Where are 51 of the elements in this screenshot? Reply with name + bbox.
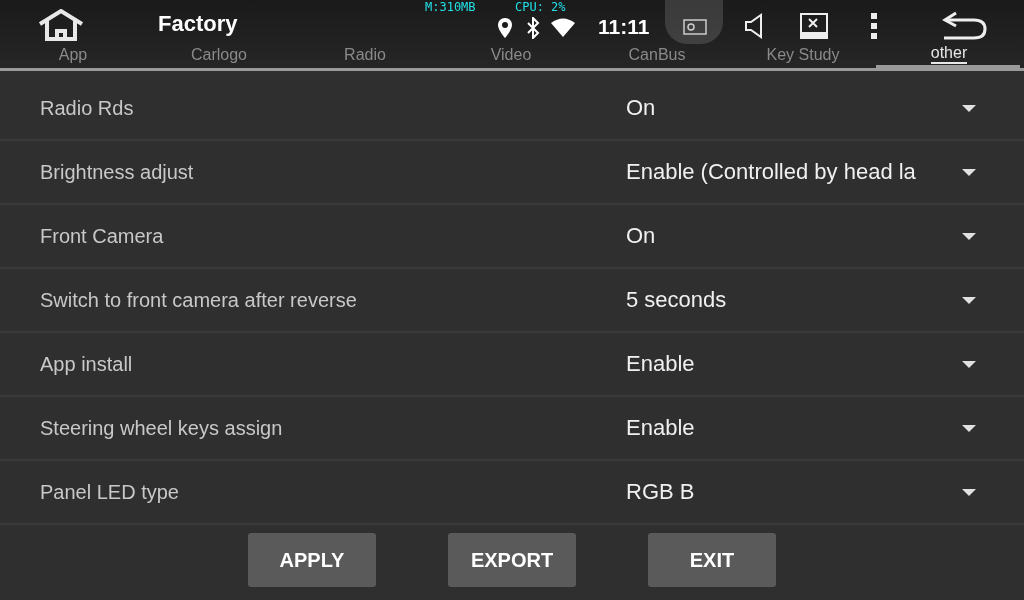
setting-value: RGB B bbox=[626, 479, 696, 505]
speaker-icon[interactable] bbox=[744, 13, 764, 39]
setting-row[interactable]: Radio Rds On bbox=[0, 77, 1024, 141]
dropdown-caret-icon[interactable] bbox=[962, 360, 976, 368]
setting-label: Brightness adjust bbox=[40, 160, 195, 184]
setting-row[interactable]: Switch to front camera after reverse 5 seconds bbox=[0, 269, 1024, 333]
setting-value: On bbox=[626, 223, 657, 249]
memory-usage: M:310MB bbox=[425, 0, 476, 14]
setting-label: App install bbox=[40, 352, 134, 376]
screen-icon[interactable] bbox=[800, 13, 828, 39]
card-icon[interactable] bbox=[683, 19, 707, 35]
action-button[interactable]: APPLY bbox=[248, 533, 376, 587]
tab[interactable]: CanBus bbox=[628, 46, 686, 64]
action-button[interactable]: EXIT bbox=[648, 533, 776, 587]
bluetooth-icon bbox=[525, 17, 541, 39]
setting-row[interactable]: Brightness adjust Enable (Controlled by head la bbox=[0, 141, 1024, 205]
setting-value: Enable bbox=[626, 351, 696, 377]
setting-value: Enable bbox=[626, 415, 696, 441]
tab[interactable]: Video bbox=[490, 46, 532, 64]
dropdown-caret-icon[interactable] bbox=[962, 168, 976, 176]
setting-row[interactable]: Front Camera On bbox=[0, 205, 1024, 269]
setting-value: On bbox=[626, 95, 657, 121]
dropdown-caret-icon[interactable] bbox=[962, 104, 976, 112]
dropdown-caret-icon[interactable] bbox=[962, 296, 976, 304]
setting-value: Enable (Controlled by head la bbox=[626, 159, 917, 185]
setting-label: Radio Rds bbox=[40, 96, 135, 120]
back-icon[interactable] bbox=[942, 11, 988, 41]
tab[interactable]: Key Study bbox=[766, 46, 840, 64]
home-icon[interactable] bbox=[37, 9, 85, 41]
setting-row[interactable]: Panel LED type RGB B bbox=[0, 461, 1024, 525]
pressed-highlight bbox=[665, 0, 723, 44]
setting-label: Panel LED type bbox=[40, 480, 180, 504]
dropdown-caret-icon[interactable] bbox=[962, 488, 976, 496]
setting-label: Steering wheel keys assign bbox=[40, 416, 284, 440]
setting-row[interactable]: App install Enable bbox=[0, 333, 1024, 397]
tab[interactable]: Carlogo bbox=[191, 46, 247, 64]
location-icon bbox=[497, 17, 513, 39]
setting-row[interactable]: Steering wheel keys assign Enable bbox=[0, 397, 1024, 461]
dropdown-caret-icon[interactable] bbox=[962, 424, 976, 432]
tab[interactable]: App bbox=[58, 46, 88, 64]
clock: 11:11 bbox=[598, 15, 650, 39]
page-title: Factory bbox=[158, 12, 238, 36]
more-icon[interactable] bbox=[870, 13, 878, 39]
tab[interactable]: Radio bbox=[344, 46, 386, 64]
dropdown-caret-icon[interactable] bbox=[962, 232, 976, 240]
setting-label: Switch to front camera after reverse bbox=[40, 288, 358, 312]
setting-label: Front Camera bbox=[40, 224, 165, 248]
action-button[interactable]: EXPORT bbox=[448, 533, 576, 587]
cpu-usage: CPU: 2% bbox=[515, 0, 566, 14]
wifi-icon bbox=[550, 18, 576, 38]
setting-value: 5 seconds bbox=[626, 287, 728, 313]
